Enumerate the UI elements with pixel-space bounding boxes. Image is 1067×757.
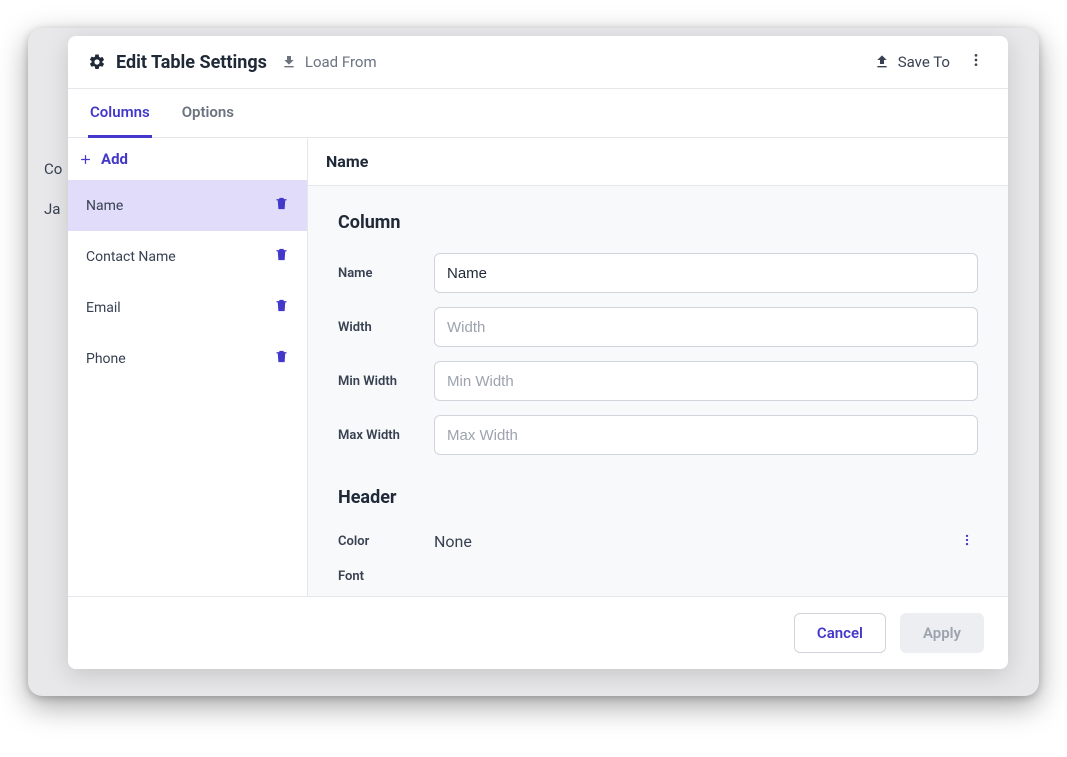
name-label: Name	[338, 266, 418, 281]
min-width-label: Min Width	[338, 374, 418, 389]
color-value[interactable]: None	[434, 532, 940, 551]
name-input[interactable]	[434, 253, 978, 293]
modal-title: Edit Table Settings	[116, 52, 267, 73]
column-item-label: Phone	[86, 351, 126, 367]
kebab-icon	[960, 533, 974, 547]
background-text: Ja	[44, 200, 60, 218]
column-item[interactable]: Contact Name	[68, 231, 307, 282]
modal-footer: Cancel Apply	[68, 596, 1008, 669]
plus-icon	[78, 152, 93, 167]
cancel-button[interactable]: Cancel	[794, 613, 886, 653]
header-more-button[interactable]	[964, 48, 988, 76]
color-more-button[interactable]	[956, 528, 978, 555]
load-from-button[interactable]: Load From	[281, 53, 377, 71]
add-label: Add	[101, 150, 128, 168]
gear-icon	[88, 53, 106, 71]
load-from-label: Load From	[305, 53, 377, 71]
column-item-label: Contact Name	[86, 249, 176, 265]
max-width-input[interactable]	[434, 415, 978, 455]
width-input[interactable]	[434, 307, 978, 347]
trash-icon[interactable]	[274, 247, 289, 266]
width-label: Width	[338, 320, 418, 335]
save-to-button[interactable]: Save To	[874, 53, 950, 71]
column-item-label: Name	[86, 198, 123, 214]
trash-icon[interactable]	[274, 298, 289, 317]
edit-table-settings-modal: Edit Table Settings Load From Save To Co…	[68, 36, 1008, 669]
trash-icon[interactable]	[274, 349, 289, 368]
section-header-title: Header	[338, 487, 978, 508]
max-width-label: Max Width	[338, 428, 418, 443]
download-icon	[281, 54, 297, 70]
column-item[interactable]: Phone	[68, 333, 307, 384]
section-column-title: Column	[338, 212, 978, 233]
trash-icon[interactable]	[274, 196, 289, 215]
background-text: Co	[44, 160, 62, 178]
kebab-icon	[968, 52, 984, 68]
modal-header: Edit Table Settings Load From Save To	[68, 36, 1008, 89]
tabs: Columns Options	[68, 89, 1008, 138]
tab-columns[interactable]: Columns	[88, 89, 152, 138]
min-width-input[interactable]	[434, 361, 978, 401]
columns-sidebar: Add Name Contact Name Email Phone	[68, 138, 308, 596]
add-column-button[interactable]: Add	[68, 138, 307, 180]
font-label: Font	[338, 569, 418, 584]
tab-options[interactable]: Options	[180, 89, 236, 138]
content-header-title: Name	[308, 138, 1008, 186]
upload-icon	[874, 54, 890, 70]
column-item[interactable]: Name	[68, 180, 307, 231]
color-label: Color	[338, 534, 418, 549]
column-item-label: Email	[86, 300, 121, 316]
apply-button[interactable]: Apply	[900, 613, 984, 653]
save-to-label: Save To	[898, 53, 950, 71]
column-item[interactable]: Email	[68, 282, 307, 333]
